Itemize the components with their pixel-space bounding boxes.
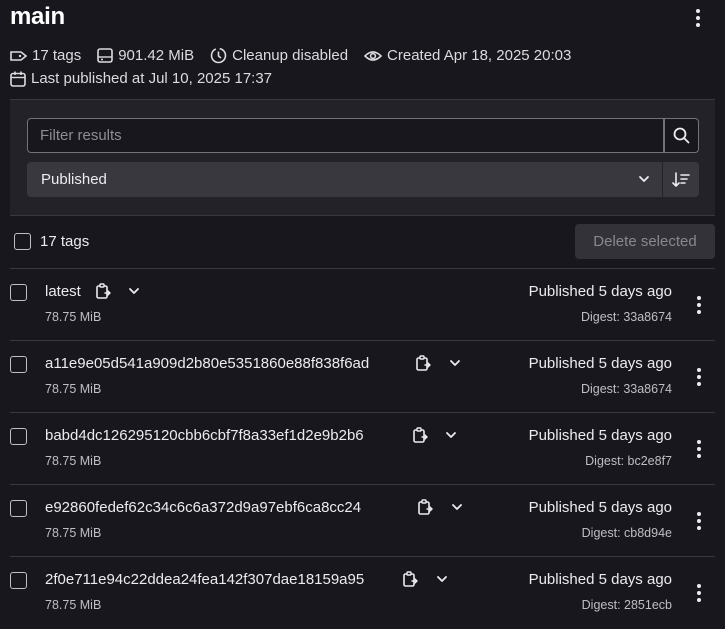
more-actions-icon[interactable] <box>689 509 709 533</box>
row-checkbox[interactable] <box>10 356 27 373</box>
tags-count: 17 tags <box>10 47 81 64</box>
image-size: 901.42 MiB <box>97 47 194 64</box>
table-row: 2f0e711e94c22ddea24fea142f307dae18159a95… <box>0 557 725 629</box>
tag-size: 78.75 MiB <box>45 382 102 396</box>
filter-panel: Filter results Published <box>10 99 715 216</box>
more-actions-icon[interactable] <box>689 293 709 317</box>
published-time: Published 5 days ago <box>528 355 672 372</box>
chevron-down-icon[interactable] <box>450 499 464 515</box>
digest-label: Digest: 33a8674 <box>580 382 672 396</box>
more-actions-icon[interactable] <box>688 6 708 30</box>
select-all-label: 17 tags <box>40 233 90 250</box>
copy-icon[interactable] <box>402 570 420 590</box>
sort-select-label: Published <box>41 171 107 188</box>
chevron-down-icon[interactable] <box>127 283 141 299</box>
digest-label: Digest: 33a8674 <box>580 310 672 324</box>
tag-name: a11e9e05d541a909d2b80e5351860e88f838f6ad <box>45 355 370 372</box>
copy-icon[interactable] <box>415 354 433 374</box>
tag-name: e92860fedef62c34c6c6a372d9a97ebf6ca8cc24 <box>45 499 362 516</box>
search-icon <box>673 127 690 144</box>
chevron-down-icon <box>639 176 649 182</box>
chevron-down-icon[interactable] <box>435 571 449 587</box>
tag-size: 78.75 MiB <box>45 454 102 468</box>
chevron-down-icon[interactable] <box>444 427 458 443</box>
eye-icon <box>364 50 383 61</box>
cleanup-status-label: Cleanup disabled <box>232 47 349 64</box>
disk-icon <box>97 48 114 63</box>
tag-size: 78.75 MiB <box>45 310 102 324</box>
table-row: e92860fedef62c34c6c6a372d9a97ebf6ca8cc24… <box>0 485 725 557</box>
row-checkbox[interactable] <box>10 500 27 517</box>
tag-icon <box>10 50 27 61</box>
published-time: Published 5 days ago <box>528 427 672 444</box>
filter-input[interactable]: Filter results <box>27 118 664 153</box>
tag-size: 78.75 MiB <box>45 526 102 540</box>
tag-size: 78.75 MiB <box>45 598 102 612</box>
clock-icon <box>210 47 227 64</box>
image-meta: 17 tags 901.42 MiB Cleanup disabled Crea… <box>10 47 587 64</box>
copy-icon[interactable] <box>417 498 435 518</box>
tag-name: latest <box>45 283 81 300</box>
digest-label: Digest: cb8d94e <box>581 526 672 540</box>
digest-label: Digest: 2851ecb <box>581 598 672 612</box>
select-all-checkbox[interactable] <box>14 233 31 250</box>
more-actions-icon[interactable] <box>689 437 709 461</box>
more-actions-icon[interactable] <box>689 581 709 605</box>
page-title: main <box>10 3 65 30</box>
sort-direction-icon <box>672 171 690 187</box>
tags-count-label: 17 tags <box>32 47 82 64</box>
published-time: Published 5 days ago <box>528 499 672 516</box>
search-button[interactable] <box>664 118 699 153</box>
row-checkbox[interactable] <box>10 428 27 445</box>
published-time: Published 5 days ago <box>528 283 672 300</box>
created-date-label: Created Apr 18, 2025 20:03 <box>387 47 572 64</box>
last-published: Last published at Jul 10, 2025 17:37 <box>10 70 288 87</box>
published-time: Published 5 days ago <box>528 571 672 588</box>
table-row: latest 78.75 MiB Published 5 days ago Di… <box>0 269 725 341</box>
delete-selected-button[interactable]: Delete selected <box>575 224 715 259</box>
row-checkbox[interactable] <box>10 572 27 589</box>
row-checkbox[interactable] <box>10 284 27 301</box>
tag-name: babd4dc126295120cbb6cbf7f8a33ef1d2e9b2b6 <box>45 427 364 444</box>
table-row: a11e9e05d541a909d2b80e5351860e88f838f6ad… <box>0 341 725 413</box>
image-size-label: 901.42 MiB <box>118 47 195 64</box>
digest-label: Digest: bc2e8f7 <box>585 454 672 468</box>
table-row: babd4dc126295120cbb6cbf7f8a33ef1d2e9b2b6… <box>0 413 725 485</box>
copy-icon[interactable] <box>95 282 113 302</box>
calendar-icon <box>10 71 26 87</box>
chevron-down-icon[interactable] <box>448 355 462 371</box>
sort-direction-button[interactable] <box>663 162 699 197</box>
created-date: Created Apr 18, 2025 20:03 <box>364 47 571 64</box>
tag-name: 2f0e711e94c22ddea24fea142f307dae18159a95 <box>45 571 365 588</box>
last-published-label: Last published at Jul 10, 2025 17:37 <box>31 70 273 87</box>
copy-icon[interactable] <box>412 426 430 446</box>
sort-select[interactable]: Published <box>27 162 662 197</box>
more-actions-icon[interactable] <box>689 365 709 389</box>
cleanup-status: Cleanup disabled <box>210 47 348 64</box>
